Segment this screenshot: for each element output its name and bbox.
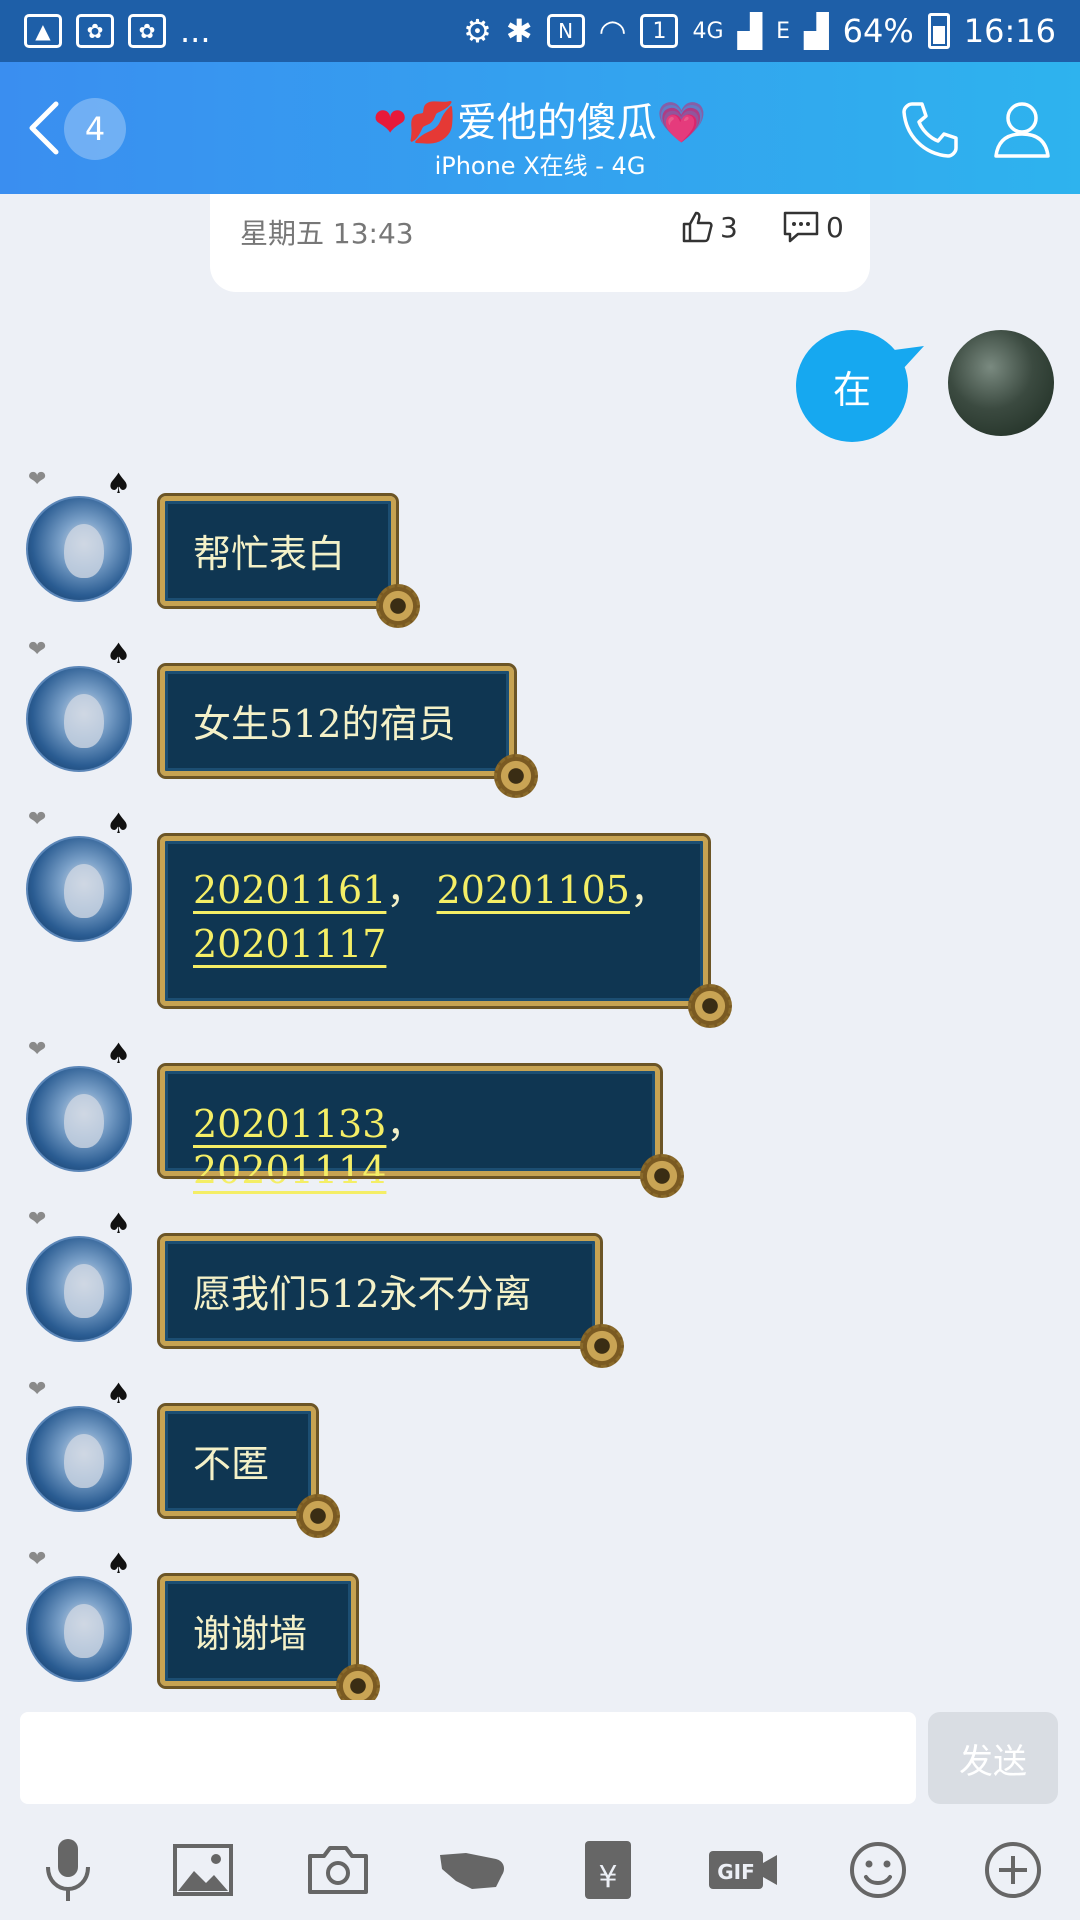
spade-icon: ♠ [106,1207,132,1240]
composer: 发送 ¥ GIF [0,1700,1080,1920]
heart-emoji-icon: ❤ [373,100,407,146]
comment-icon [783,211,819,243]
signal-icon: ▟ [804,12,829,50]
sim-icon: 1 [640,14,679,48]
heart-icon: ❤ [28,1037,47,1062]
poke-icon[interactable] [433,1830,513,1910]
gear-decoration-icon [640,1154,684,1198]
spade-icon: ♠ [106,1377,132,1410]
message-number: 20201105 [436,868,630,912]
signal-icon: ▟ [737,12,763,50]
message-bubble[interactable]: 帮忙表白 [157,493,399,609]
gear-decoration-icon [296,1494,340,1538]
message-text: 愿我们512永不分离 [193,1272,532,1316]
outgoing-message-bubble[interactable]: 在 [796,330,908,442]
separator: ， [629,868,668,912]
separator: ， [386,868,425,912]
camera-icon[interactable] [298,1830,378,1910]
message-text: 不匿 [193,1442,270,1486]
post-date: 星期五 13:43 [240,217,414,250]
separator: ， [386,1102,425,1146]
composer-toolbar: ¥ GIF [0,1820,1080,1920]
message-bubble[interactable]: 20201161， 20201105， 20201117 [157,833,711,1009]
spade-icon: ♠ [106,1037,132,1070]
baidu-notification-icon: ✿ [128,14,166,48]
spade-icon: ♠ [106,1547,132,1580]
bubble-tail [894,346,924,370]
heart-icon: ❤ [28,1377,47,1402]
battery-saver-icon: ⚙ [463,12,492,50]
message-number: 20201161 [193,868,387,912]
plus-icon[interactable] [973,1830,1053,1910]
phone-icon[interactable] [898,98,962,162]
like-count: 3 [720,210,738,244]
message-bubble[interactable]: 谢谢墙 [157,1573,359,1689]
spade-icon: ♠ [106,637,132,670]
battery-percent: 64% [842,12,914,50]
red-packet-icon[interactable]: ¥ [568,1830,648,1910]
spade-icon: ♠ [106,807,132,840]
network-type-secondary: E [776,18,791,44]
send-button[interactable]: 发送 [928,1712,1058,1804]
chat-title-text: 爱他的傻瓜 [456,100,657,146]
network-type: 4G [692,18,724,44]
microphone-icon[interactable] [28,1830,108,1910]
message-number: 20201133 [193,1102,387,1146]
gif-icon[interactable]: GIF [703,1830,783,1910]
sender-avatar[interactable] [26,496,132,602]
message-bubble[interactable]: 女生512的宿员 [157,663,517,779]
message-bubble[interactable]: 愿我们512永不分离 [157,1233,603,1349]
sender-avatar[interactable] [26,666,132,772]
gear-decoration-icon [494,754,538,798]
gallery-notification-icon: ▲ [24,14,62,48]
sender-avatar[interactable] [26,1236,132,1342]
message-number: 20201117 [193,922,387,966]
message-text: 谢谢墙 [193,1612,308,1656]
svg-text:¥: ¥ [598,1860,617,1895]
sender-avatar[interactable] [26,1066,132,1172]
sender-avatar[interactable] [26,1576,132,1682]
battery-icon [927,13,950,49]
heart-icon: ❤ [28,467,47,492]
heart-icon: ❤ [28,807,47,832]
clock: 16:16 [963,12,1056,50]
comment-button[interactable]: 0 [782,210,844,244]
wifi-icon: ◠ [598,12,627,50]
thumbs-up-icon [682,211,713,243]
message-input[interactable] [20,1712,916,1804]
like-button[interactable]: 3 [680,210,738,244]
image-icon[interactable] [163,1830,243,1910]
message-text: 帮忙表白 [193,532,346,576]
heart-icon: ❤ [28,637,47,662]
gear-decoration-icon [376,584,420,628]
comment-count: 0 [826,210,844,244]
status-bar: ▲ ✿ ✿ ... ⚙ ✱ N ◠ 1 4G ▟ E ▟ 64% 16:16 [0,0,1080,62]
my-avatar[interactable] [948,330,1054,436]
user-profile-icon[interactable] [990,96,1054,160]
message-text: 女生512的宿员 [193,702,456,746]
heart-icon: ❤ [28,1207,47,1232]
more-notifications-indicator: ... [180,12,211,50]
emoji-icon[interactable] [838,1830,918,1910]
message-bubble[interactable]: 不匿 [157,1403,319,1519]
nfc-icon: N [546,14,585,48]
gear-decoration-icon [580,1324,624,1368]
svg-text:GIF: GIF [717,1860,755,1884]
sender-avatar[interactable] [26,836,132,942]
message-bubble[interactable]: 20201133， 20201114 [157,1063,663,1192]
pink-heart-emoji-icon: 💗 [656,100,707,146]
message-number: 20201114 [193,1148,387,1192]
sender-avatar[interactable] [26,1406,132,1512]
gear-decoration-icon [688,984,732,1028]
spade-icon: ♠ [106,467,132,500]
baidu-notification-icon: ✿ [76,14,114,48]
lips-emoji-icon: 💋 [406,100,457,146]
bluetooth-icon: ✱ [505,12,533,50]
chat-header: 4 ❤💋爱他的傻瓜💗 iPhone X在线 - 4G [0,62,1080,194]
heart-icon: ❤ [28,1547,47,1572]
shared-post-card[interactable]: 星期五 13:43 3 0 [210,194,870,292]
